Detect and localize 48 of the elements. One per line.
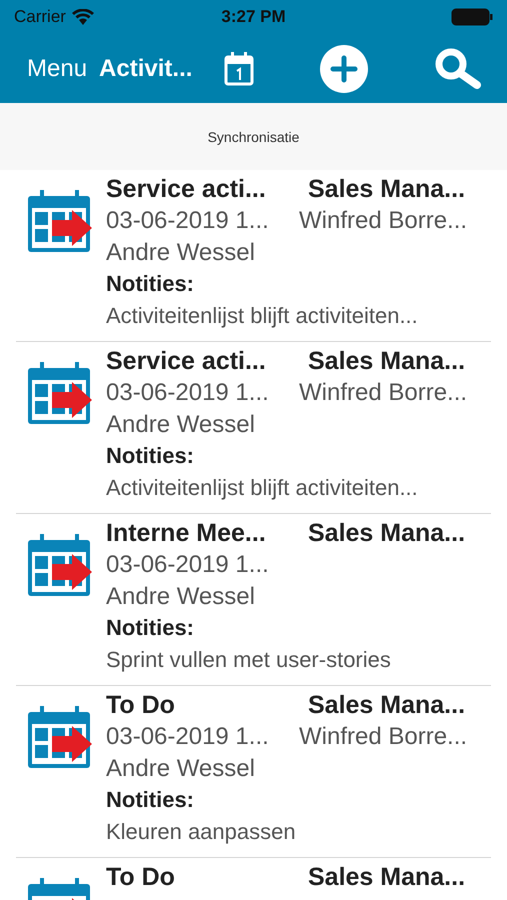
activity-date: 03-06-2019 1... bbox=[106, 379, 270, 408]
status-time: 3:27 PM bbox=[221, 7, 286, 27]
activity-row[interactable]: Interne Mee... Sales Mana... 03-06-2019 1... Andre Wessel Notities: Sprint vullen met user-stories bbox=[0, 514, 507, 685]
carrier-label: Carrier bbox=[14, 7, 66, 27]
activity-notes: Activiteitenlijst blijft activiteiten... bbox=[106, 474, 419, 501]
activity-owner: Winfred Borre... bbox=[299, 207, 468, 236]
activity-notes: Kleuren aanpassen bbox=[106, 818, 297, 845]
activity-owner: Winfred Borre... bbox=[299, 379, 468, 408]
activity-contact: Andre Wessel bbox=[106, 238, 256, 267]
calendar-arrow-icon bbox=[28, 188, 92, 254]
activity-row[interactable]: To Do Sales Mana... bbox=[0, 858, 507, 900]
activity-row[interactable]: Service acti... Sales Mana... 03-06-2019 1... Winfred Borre... Andre Wessel Notities: Activiteitenlijst blijft activiteiten... bbox=[0, 170, 507, 341]
calendar-arrow-icon bbox=[28, 704, 92, 770]
activity-date: 03-06-2019 1... bbox=[106, 551, 270, 580]
notes-label: Notities: bbox=[106, 787, 195, 814]
notes-label: Notities: bbox=[106, 443, 195, 470]
calendar-icon[interactable] bbox=[224, 52, 254, 86]
activity-role: Sales Mana... bbox=[307, 347, 466, 376]
calendar-arrow-icon bbox=[28, 532, 92, 598]
activity-row[interactable]: To Do Sales Mana... 03-06-2019 1... Winfred Borre... Andre Wessel Notities: Kleuren aanpassen bbox=[0, 686, 507, 857]
sync-button[interactable]: Synchronisatie bbox=[208, 128, 300, 144]
activity-contact: Andre Wessel bbox=[106, 410, 256, 439]
activity-type: Interne Mee... bbox=[106, 519, 267, 548]
calendar-arrow-icon bbox=[28, 360, 92, 426]
activity-type: Service acti... bbox=[106, 175, 267, 204]
notes-label: Notities: bbox=[106, 271, 195, 298]
activity-notes: Sprint vullen met user-stories bbox=[106, 646, 392, 673]
activity-role: Sales Mana... bbox=[307, 175, 466, 204]
activity-notes: Activiteitenlijst blijft activiteiten... bbox=[106, 302, 419, 329]
menu-button[interactable]: Menu bbox=[27, 54, 88, 82]
notes-label: Notities: bbox=[106, 615, 195, 642]
activity-contact: Andre Wessel bbox=[106, 754, 256, 783]
activity-type: Service acti... bbox=[106, 347, 267, 376]
screen-title: Activit... bbox=[99, 54, 192, 82]
activity-role: Sales Mana... bbox=[307, 863, 466, 892]
add-icon[interactable] bbox=[320, 44, 368, 92]
activity-type: To Do bbox=[106, 691, 176, 720]
wifi-icon bbox=[72, 9, 94, 25]
activity-type: To Do bbox=[106, 863, 176, 892]
activity-row[interactable]: Service acti... Sales Mana... 03-06-2019 1... Winfred Borre... Andre Wessel Notities: Activiteitenlijst blijft activiteiten... bbox=[0, 342, 507, 513]
activity-role: Sales Mana... bbox=[307, 519, 466, 548]
activity-owner: Winfred Borre... bbox=[299, 723, 468, 752]
search-icon[interactable] bbox=[433, 46, 481, 90]
activity-role: Sales Mana... bbox=[307, 691, 466, 720]
activity-date: 03-06-2019 1... bbox=[106, 207, 270, 236]
battery-icon bbox=[451, 8, 493, 26]
activity-contact: Andre Wessel bbox=[106, 582, 256, 611]
activity-date: 03-06-2019 1... bbox=[106, 723, 270, 752]
